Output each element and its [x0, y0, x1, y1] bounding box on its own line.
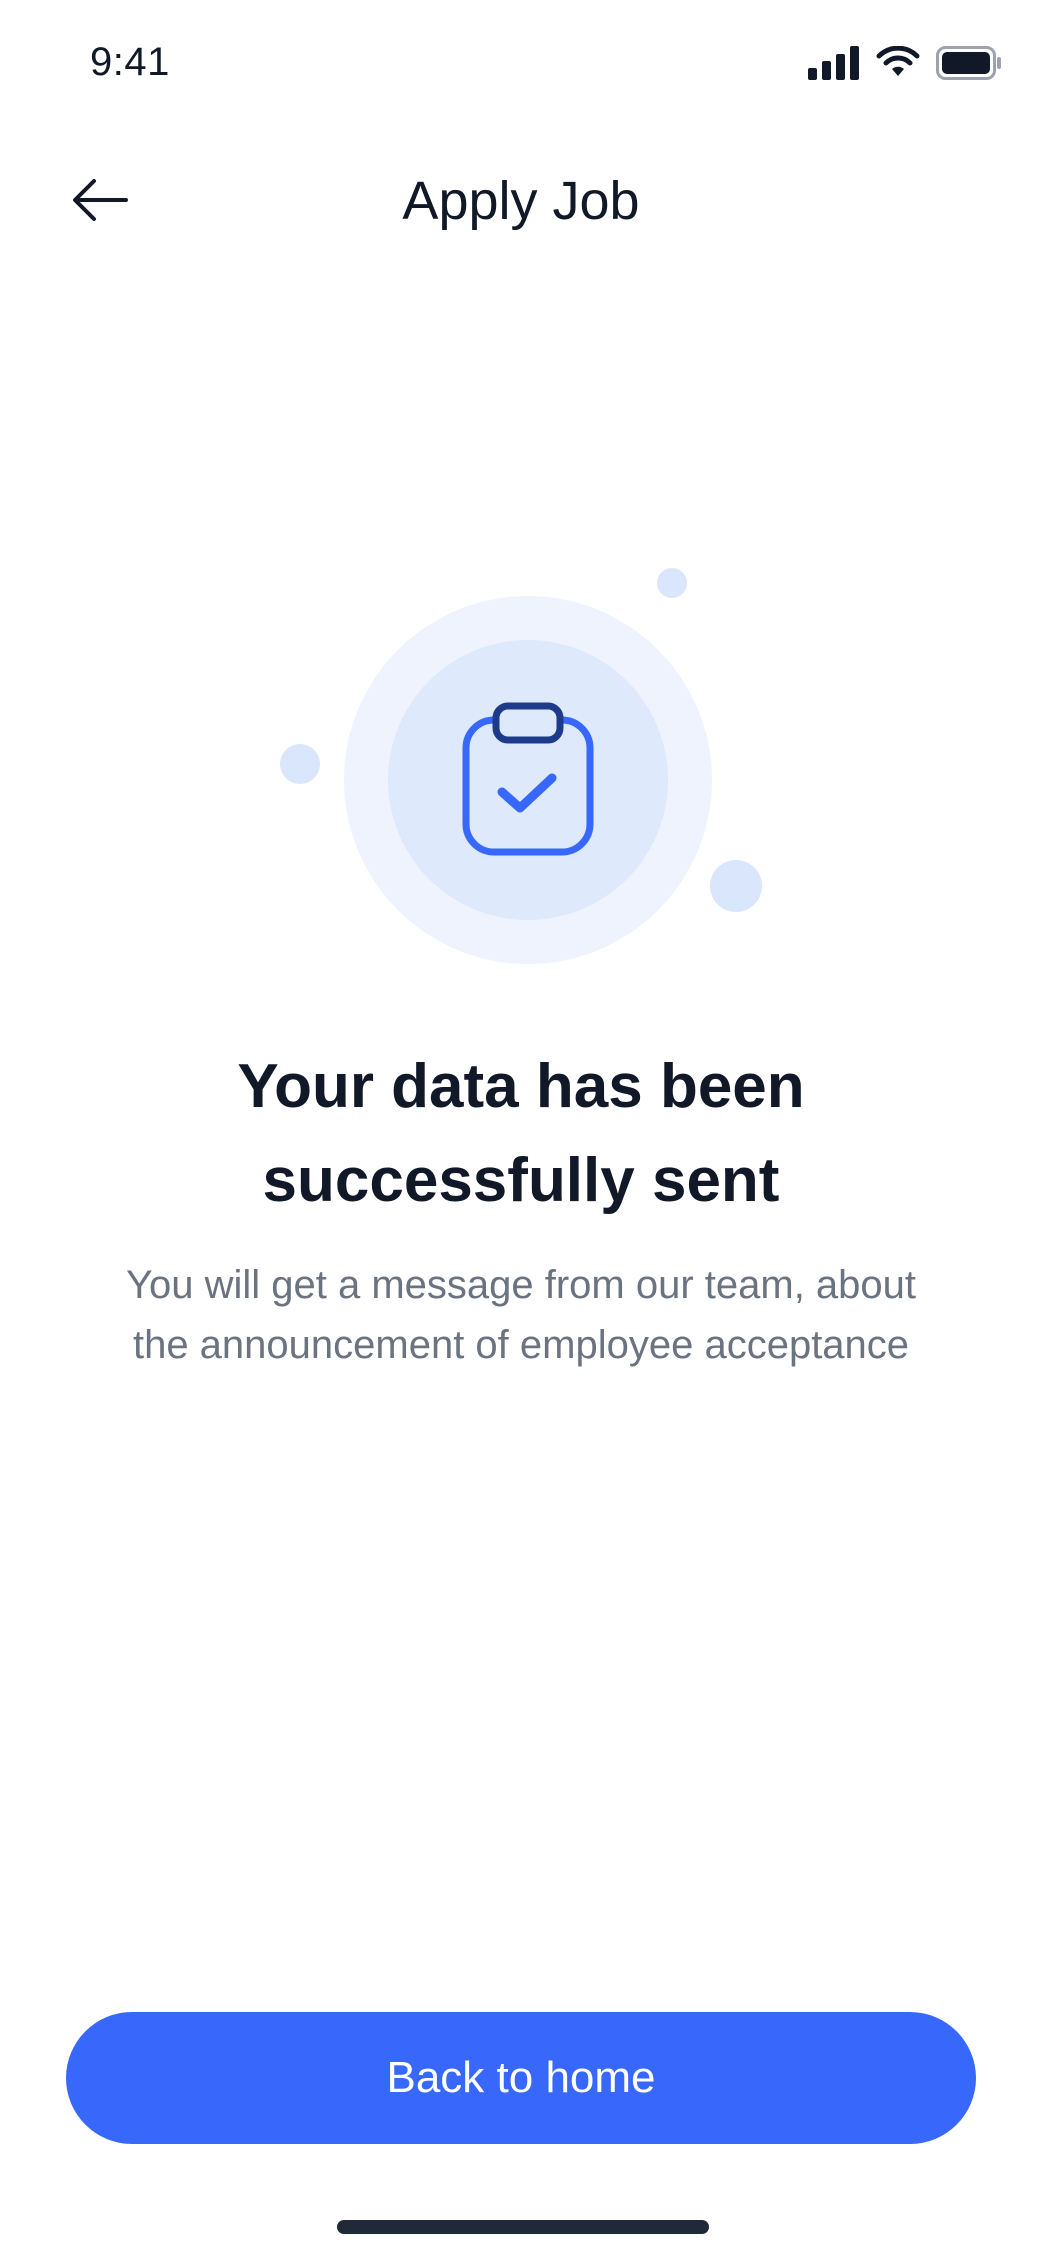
status-icons	[808, 46, 1002, 80]
status-time: 9:41	[90, 40, 170, 84]
header: Apply Job	[0, 150, 1042, 250]
status-bar: 9:41	[0, 0, 1042, 130]
headline-line: successfully sent	[262, 1146, 780, 1215]
success-headline: Your data has been successfully sent	[0, 1040, 1042, 1228]
wifi-icon	[876, 46, 920, 76]
cellular-signal-icon	[808, 46, 859, 80]
page-title: Apply Job	[402, 171, 640, 231]
decorative-dot	[710, 860, 762, 912]
description-line: You will get a message from our team, ab…	[125, 1263, 917, 1307]
success-description: You will get a message from our team, ab…	[0, 1255, 1042, 1375]
clipboard-check-icon	[462, 702, 594, 856]
home-indicator	[337, 2220, 709, 2234]
decorative-dot	[657, 568, 687, 598]
success-illustration	[260, 560, 780, 1000]
description-line: the announcement of employee acceptance	[132, 1323, 910, 1367]
decorative-dot	[280, 744, 320, 784]
back-to-home-button[interactable]: Back to home	[66, 2012, 976, 2144]
headline-line: Your data has been	[237, 1052, 805, 1121]
battery-icon	[936, 46, 1001, 80]
